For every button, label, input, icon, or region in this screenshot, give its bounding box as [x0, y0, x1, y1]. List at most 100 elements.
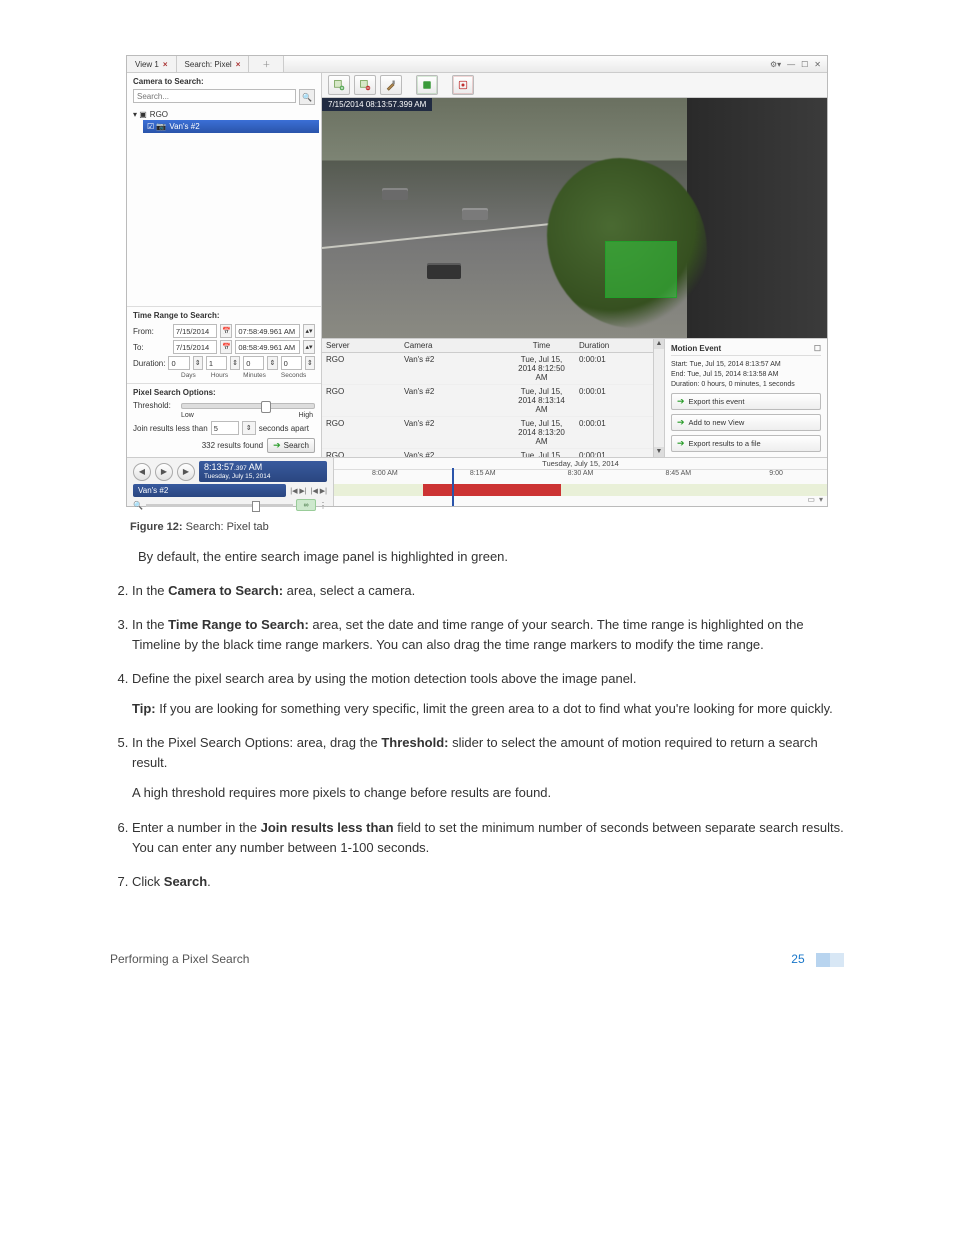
add-tab-button[interactable]: ＋ [249, 56, 284, 72]
search-button-label: Search [284, 441, 309, 450]
spinner-icon[interactable]: ⇕ [230, 356, 240, 370]
motion-toolbar [322, 73, 827, 98]
from-label: From: [133, 327, 170, 336]
export-results-button[interactable]: ➔Export results to a file [671, 435, 821, 452]
zoom-icon: 🔍 [133, 501, 143, 510]
to-time-input[interactable]: 08:58:49.961 AM [235, 340, 300, 354]
zoom-slider[interactable] [146, 504, 293, 507]
timeline-tick: 8:15 AM [434, 470, 532, 477]
threshold-slider[interactable] [181, 403, 315, 409]
timeline-menu-icon[interactable]: ⋮ [319, 501, 327, 510]
duration-minutes[interactable]: 0 [243, 356, 264, 370]
draw-area-remove-button[interactable] [354, 75, 376, 95]
playback-camera-label: Van's #2 [133, 484, 286, 497]
event-duration-value: 0 hours, 0 minutes, 1 seconds [701, 381, 794, 388]
join-results-label: Join results less than [133, 424, 208, 433]
draw-area-add-button[interactable] [328, 75, 350, 95]
motion-selection-box[interactable] [605, 241, 677, 298]
page-footer: Performing a Pixel Search 25 [110, 952, 844, 967]
spinner-icon[interactable]: ⇕ [193, 356, 203, 370]
duration-days[interactable]: 0 [168, 356, 189, 370]
scrollbar[interactable]: ▲ ▼ [653, 339, 664, 457]
scene-car [382, 188, 408, 200]
tab-view1[interactable]: View 1 × [127, 56, 177, 72]
timeline-settings-icon[interactable]: ▾ [819, 495, 823, 504]
threshold-high: High [299, 412, 313, 419]
playback-controls: ◀ ▶ ▶ 8:13:57.397 AM Tuesday, July 15, 2… [127, 458, 334, 506]
figure-caption: Figure 12: Search: Pixel tab [130, 521, 844, 533]
search-icon[interactable]: 🔍 [299, 89, 315, 105]
tab-search-pixel[interactable]: Search: Pixel × [177, 56, 250, 72]
spinner-icon[interactable]: ▴▾ [303, 340, 315, 354]
timeline-cursor[interactable] [452, 468, 454, 506]
col-time[interactable]: Time [508, 339, 575, 352]
figure-screenshot: View 1 × Search: Pixel × ＋ ⚙▾ — ☐ ✕ Came… [110, 55, 844, 507]
timeline-date: Tuesday, July 15, 2014 [334, 458, 827, 470]
results-table: Server Camera Time Duration RGOVan's #2T… [322, 339, 653, 457]
close-icon[interactable]: × [163, 60, 168, 69]
join-results-suffix: seconds apart [259, 424, 309, 433]
loop-button[interactable]: ∞ [296, 499, 316, 511]
maximize-icon[interactable]: ☐ [801, 60, 808, 69]
video-panel[interactable]: 7/15/2014 08:13:57.399 AM [322, 98, 827, 338]
from-time-input[interactable]: 07:58:49.961 AM [235, 324, 300, 338]
search-button[interactable]: ➔ Search [267, 438, 315, 453]
minimize-icon[interactable]: — [787, 60, 795, 69]
camera-search-input[interactable] [133, 89, 296, 103]
calendar-icon[interactable]: 📅 [220, 340, 232, 354]
spinner-icon[interactable]: ⇕ [242, 421, 256, 435]
step-forward-button[interactable]: ▶ [177, 463, 195, 481]
table-row[interactable]: RGOVan's #2Tue, Jul 15, 2014 8:13:20 AM0… [322, 417, 653, 449]
close-icon[interactable]: × [236, 60, 241, 69]
play-button[interactable]: ▶ [155, 463, 173, 481]
intro-paragraph: By default, the entire search image pane… [138, 547, 844, 567]
gear-icon[interactable]: ⚙▾ [770, 60, 781, 69]
server-icon: ▾ ▣ [133, 110, 147, 119]
tree-root-label: RGO [150, 110, 168, 119]
calendar-icon[interactable]: 📅 [220, 324, 232, 338]
duration-hours[interactable]: 1 [206, 356, 227, 370]
table-row[interactable]: RGOVan's #2Tue, Jul 15, 2014 8:13:14 AM0… [322, 385, 653, 417]
duration-label: Duration: [133, 359, 165, 368]
threshold-label: Threshold: [133, 401, 177, 410]
recording-band [334, 484, 827, 496]
duration-seconds[interactable]: 0 [281, 356, 302, 370]
export-event-button[interactable]: ➔Export this event [671, 393, 821, 410]
tree-root[interactable]: ▾ ▣ RGO [133, 109, 315, 120]
table-row[interactable]: RGOVan's #2Tue, Jul 15, 2014 8:13:45 AM0… [322, 449, 653, 457]
fill-all-button[interactable] [416, 75, 438, 95]
scroll-up-icon[interactable]: ▲ [654, 339, 664, 349]
event-start-value: Tue, Jul 15, 2014 8:13:57 AM [690, 361, 781, 368]
scroll-down-icon[interactable]: ▼ [654, 447, 664, 457]
spinner-icon[interactable]: ⇕ [267, 356, 277, 370]
arrow-right-icon: ➔ [677, 417, 685, 428]
step-back-button[interactable]: ◀ [133, 463, 151, 481]
timeline[interactable]: Tuesday, July 15, 2014 8:00 AM8:15 AM8:3… [334, 458, 827, 506]
timeline-export-icon[interactable]: ▭ [807, 495, 815, 504]
brush-button[interactable] [380, 75, 402, 95]
playback-timestamp: 8:13:57.397 AM Tuesday, July 15, 2014 [199, 461, 327, 482]
from-date-input[interactable]: 7/15/2014 [173, 324, 218, 338]
panel-collapse-icon[interactable]: ☐ [814, 344, 821, 353]
tree-camera-selected[interactable]: ☑ 📷 Van's #2 [143, 120, 319, 133]
time-range-title: Time Range to Search: [133, 311, 315, 322]
close-window-icon[interactable]: ✕ [814, 60, 821, 69]
join-results-input[interactable]: 5 [211, 421, 239, 435]
timeline-tick: 8:30 AM [532, 470, 630, 477]
col-duration[interactable]: Duration [575, 339, 653, 352]
add-to-view-button[interactable]: ➔Add to new View [671, 414, 821, 431]
hours-label: Hours [211, 372, 228, 379]
to-date-input[interactable]: 7/15/2014 [173, 340, 218, 354]
skip-fwd-icon[interactable]: |◀ ▶| [311, 487, 327, 495]
spinner-icon[interactable]: ⇕ [305, 356, 315, 370]
spinner-icon[interactable]: ▴▾ [303, 324, 315, 338]
table-row[interactable]: RGOVan's #2Tue, Jul 15, 2014 8:12:50 AM0… [322, 353, 653, 385]
col-camera[interactable]: Camera [400, 339, 508, 352]
skip-back-icon[interactable]: |◀ ▶| [290, 487, 306, 495]
clear-all-button[interactable] [452, 75, 474, 95]
footer-decoration [816, 953, 844, 967]
motion-event-panel: Motion Event ☐ Start: Tue, Jul 15, 2014 … [664, 339, 827, 457]
col-server[interactable]: Server [322, 339, 400, 352]
motion-strip [423, 484, 561, 496]
left-panel: Camera to Search: 🔍 ▾ ▣ RGO ☑ 📷 Van's #2… [127, 73, 322, 457]
